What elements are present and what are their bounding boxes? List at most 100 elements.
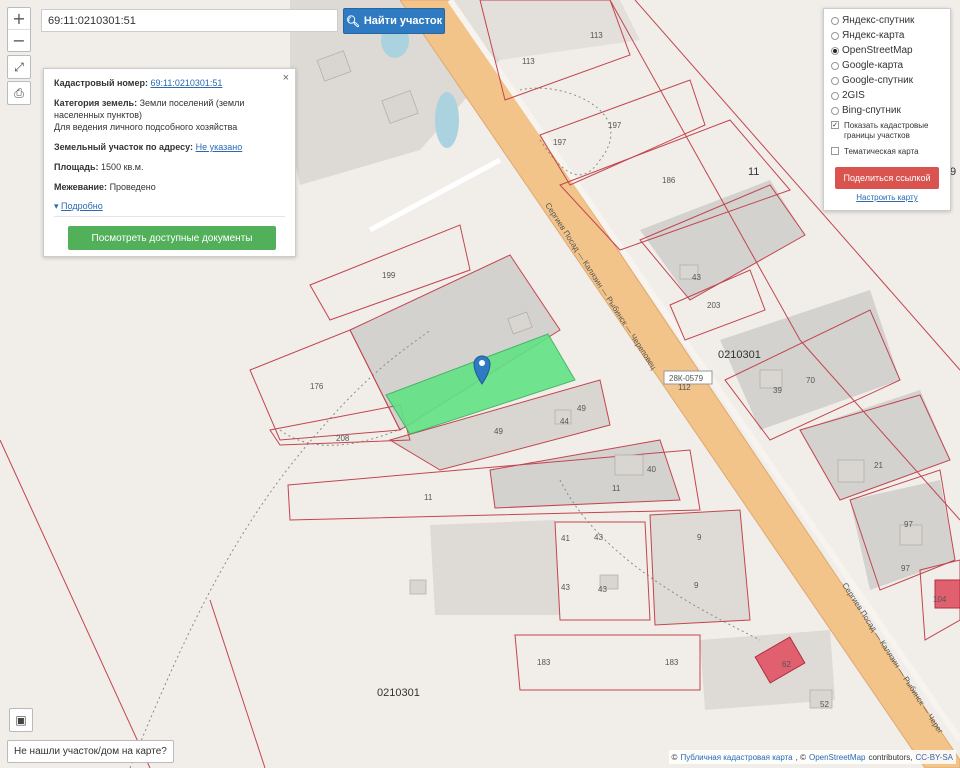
layer-option[interactable]: Яндекс-карта	[831, 28, 943, 43]
parcel-number: 176	[310, 382, 324, 391]
parcel-number: 11	[612, 484, 621, 493]
parcel-number: 112	[678, 383, 691, 392]
parcel-number: 199	[382, 271, 396, 280]
setup-map-link[interactable]: Настроить карту	[831, 193, 943, 202]
parcel-number: 49	[577, 404, 586, 413]
parcel-number: 52	[820, 700, 829, 709]
radio-icon	[831, 76, 839, 85]
search-button-label: Найти участок	[363, 15, 443, 27]
close-icon[interactable]: ×	[283, 72, 289, 84]
checkmark-icon: ✓	[831, 121, 839, 129]
triangle-down-icon: ▾	[54, 201, 59, 211]
not-found-button[interactable]: Не нашли участок/дом на карте?	[7, 740, 174, 763]
search-icon: 🔍︎	[345, 15, 360, 28]
parcel-number: 43	[692, 273, 701, 282]
layer-option[interactable]: Bing-спутник	[831, 103, 943, 118]
quarter-label-bottom: 0210301	[377, 687, 420, 699]
parcel-info-panel: × Кадастровый номер: 69:11:0210301:51 Ка…	[43, 68, 296, 257]
parcel-number: 43	[561, 583, 570, 592]
layer-label: Яндекс-карта	[842, 30, 905, 41]
radio-icon	[831, 91, 839, 100]
divider	[54, 216, 285, 217]
layers-panel: Яндекс-спутник Яндекс-карта OpenStreetMa…	[823, 8, 951, 211]
area-value: 1500 кв.м.	[101, 162, 144, 172]
view-documents-button[interactable]: Посмотреть доступные документы	[68, 226, 276, 250]
checkbox-label: Тематическая карта	[844, 147, 919, 156]
parcel-number: 186	[662, 176, 676, 185]
survey-label: Межевание:	[54, 182, 108, 192]
address-label: Земельный участок по адресу:	[54, 142, 194, 152]
radio-icon	[831, 46, 839, 55]
cadastral-link[interactable]: 69:11:0210301:51	[150, 78, 222, 88]
parcel-number: 9	[694, 581, 699, 590]
category-label: Категория земель:	[54, 98, 138, 108]
layer-option[interactable]: 2GIS	[831, 88, 943, 103]
parcel-number: 208	[336, 434, 350, 443]
parcel-number: 11	[424, 493, 433, 502]
details-toggle[interactable]: ▾ Подробно	[54, 201, 285, 212]
layer-label: 2GIS	[842, 90, 865, 101]
details-label: Подробно	[61, 201, 103, 211]
layer-option[interactable]: Яндекс-спутник	[831, 13, 943, 28]
parcel-number: 113	[590, 31, 603, 40]
attribution: © Публичная кадастровая карта , © OpenSt…	[668, 750, 956, 764]
parcel-number: 41	[561, 534, 570, 543]
parcel-number: 113	[522, 57, 535, 66]
attribution-text: contributors,	[868, 752, 913, 762]
parcel-number: 43	[598, 585, 607, 594]
parcel-number: 62	[782, 660, 791, 669]
parcel-number: 9	[697, 533, 702, 542]
osm-link[interactable]: OpenStreetMap	[809, 753, 865, 762]
layer-option[interactable]: Google-спутник	[831, 73, 943, 88]
checkbox-label: Показать кадастровые границы участков	[844, 121, 929, 140]
big-number-label: 11	[748, 166, 759, 178]
quarter-label: 0210301	[718, 349, 761, 361]
layer-option[interactable]: OpenStreetMap	[831, 43, 943, 58]
print-icon[interactable]: ⎙	[7, 81, 31, 105]
cadastral-borders-checkbox[interactable]: ✓ Показать кадастровые границы участков	[831, 121, 943, 141]
parcel-number: 183	[537, 658, 551, 667]
layer-label: OpenStreetMap	[842, 45, 913, 56]
copyright-icon: ©	[671, 752, 678, 762]
parcel-number: 43	[594, 533, 603, 542]
parcel-number: 197	[608, 121, 622, 130]
road-code: 28К-0579	[669, 374, 704, 383]
zoom-control: + −	[7, 7, 31, 52]
layer-label: Bing-спутник	[842, 105, 901, 116]
radio-icon	[831, 31, 839, 40]
parcel-number: 197	[553, 138, 567, 147]
layer-label: Google-спутник	[842, 75, 914, 86]
zoom-in-button[interactable]: +	[8, 8, 30, 29]
parcel-number: 97	[904, 520, 913, 529]
thematic-map-checkbox[interactable]: Тематическая карта	[831, 147, 943, 157]
copyright-icon: , ©	[795, 752, 806, 762]
search-button[interactable]: 🔍︎ Найти участок	[343, 8, 445, 34]
parcel-number: 104	[933, 595, 947, 604]
layer-label: Google-карта	[842, 60, 904, 71]
parcel-number: 21	[874, 461, 883, 470]
share-link-button[interactable]: Поделиться ссылкой	[835, 167, 939, 189]
parcel-number: 39	[773, 386, 782, 395]
area-label: Площадь:	[54, 162, 99, 172]
parcel-number: 44	[560, 417, 569, 426]
survey-value: Проведено	[109, 182, 156, 192]
layer-option[interactable]: Google-карта	[831, 58, 943, 73]
fullscreen-icon[interactable]: ⤢	[7, 55, 31, 79]
license-link[interactable]: CC-BY-SA	[916, 753, 954, 762]
parcel-number: 49	[494, 427, 503, 436]
parcel-number: 203	[707, 301, 721, 310]
cadastral-label: Кадастровый номер:	[54, 78, 148, 88]
parcel-number: 97	[901, 564, 910, 573]
layers-toggle-icon[interactable]: ▣	[9, 708, 33, 732]
parcel-number: 183	[665, 658, 679, 667]
use-value: Для ведения личного подсобного хозяйства	[54, 122, 238, 132]
layer-label: Яндекс-спутник	[842, 15, 915, 26]
parcel-number: 40	[647, 465, 656, 474]
radio-icon	[831, 106, 839, 115]
zoom-out-button[interactable]: −	[8, 29, 30, 51]
address-link[interactable]: Не указано	[196, 142, 243, 152]
attribution-link[interactable]: Публичная кадастровая карта	[680, 753, 792, 762]
parcel-number: 70	[806, 376, 815, 385]
search-input[interactable]	[41, 9, 338, 32]
checkbox-icon	[831, 147, 839, 155]
